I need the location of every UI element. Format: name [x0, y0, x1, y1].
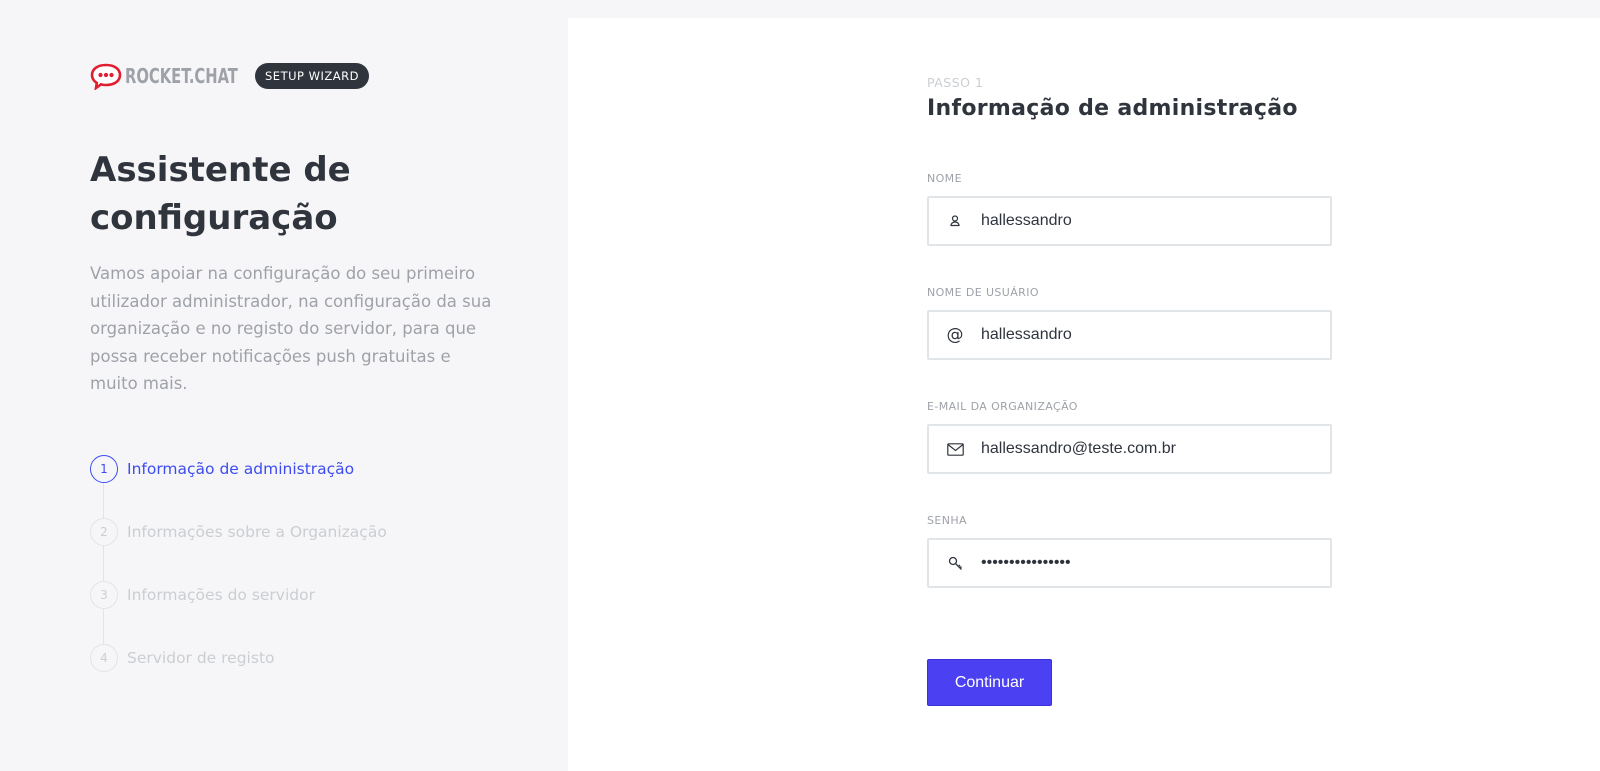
- step-label: Informação de administração: [127, 460, 355, 478]
- wizard-step-4: 4 Servidor de registo: [90, 644, 275, 672]
- step-label: Informações sobre a Organização: [127, 523, 387, 541]
- key-icon: [929, 556, 981, 571]
- step-connector: [103, 609, 104, 645]
- step-connector: [103, 483, 104, 519]
- admin-info-form: PASSO 1 Informação de administração NOME…: [927, 75, 1332, 706]
- wizard-step-1: 1 Informação de administração: [90, 455, 354, 483]
- step-number: 4: [90, 644, 118, 672]
- username-label: NOME DE USUÁRIO: [927, 286, 1039, 299]
- continue-button[interactable]: Continuar: [927, 659, 1052, 706]
- step-number: 1: [90, 455, 118, 483]
- step-number: 2: [90, 518, 118, 546]
- email-label: E-MAIL DA ORGANIZAÇÃO: [927, 400, 1078, 413]
- username-input-box[interactable]: @: [927, 310, 1332, 360]
- password-label: SENHA: [927, 514, 967, 527]
- step-number: 3: [90, 581, 118, 609]
- setup-sidebar: ROCKET.CHAT SETUP WIZARD Assistente de c…: [0, 0, 568, 771]
- form-title: Informação de administração: [927, 96, 1298, 121]
- step-connector: [103, 546, 104, 582]
- password-input-box[interactable]: [927, 538, 1332, 588]
- password-input[interactable]: [981, 543, 1311, 583]
- brand-name: ROCKET.CHAT: [125, 64, 238, 88]
- email-input-box[interactable]: [927, 424, 1332, 474]
- user-icon: [929, 214, 981, 228]
- mail-icon: [929, 442, 981, 456]
- password-field: SENHA: [927, 509, 1332, 588]
- step-label: Informações do servidor: [127, 586, 315, 604]
- step-kicker: PASSO 1: [927, 75, 984, 90]
- name-input[interactable]: [981, 201, 1311, 241]
- email-input[interactable]: [981, 429, 1311, 469]
- name-label: NOME: [927, 172, 962, 185]
- username-input[interactable]: [981, 315, 1311, 355]
- brand-header: ROCKET.CHAT SETUP WIZARD: [90, 62, 369, 91]
- step-label: Servidor de registo: [127, 649, 275, 667]
- email-field: E-MAIL DA ORGANIZAÇÃO: [927, 395, 1332, 474]
- rocketchat-logo-icon: [90, 62, 122, 91]
- name-field: NOME: [927, 167, 1332, 246]
- wizard-step-3: 3 Informações do servidor: [90, 581, 315, 609]
- setup-form-panel: PASSO 1 Informação de administração NOME…: [568, 18, 1600, 771]
- setup-wizard-badge: SETUP WIZARD: [255, 63, 369, 89]
- username-field: NOME DE USUÁRIO @: [927, 281, 1332, 360]
- page-title: Assistente de configuração: [90, 150, 351, 238]
- wizard-step-2: 2 Informações sobre a Organização: [90, 518, 387, 546]
- at-icon: @: [946, 325, 964, 345]
- name-input-box[interactable]: [927, 196, 1332, 246]
- page-description: Vamos apoiar na configuração do seu prim…: [90, 264, 492, 393]
